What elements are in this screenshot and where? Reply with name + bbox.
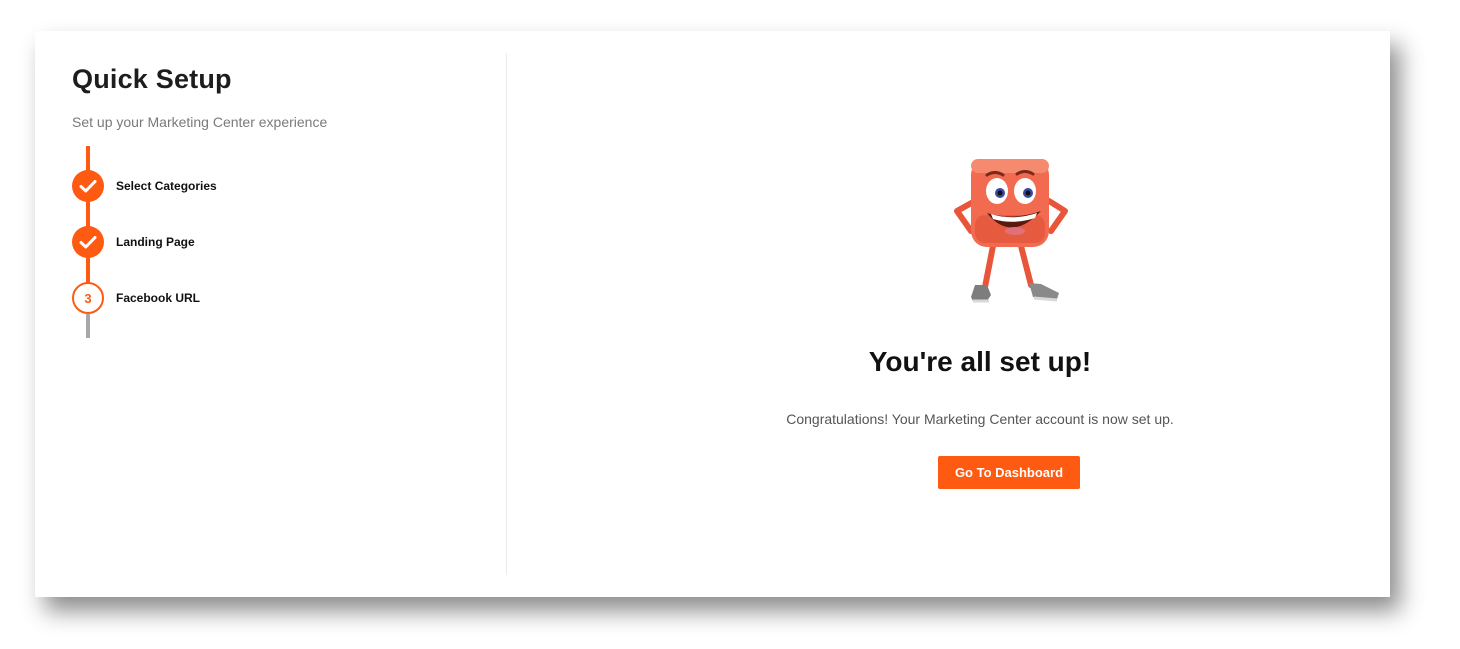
step-label: Landing Page [116, 235, 195, 249]
completion-headline: You're all set up! [868, 346, 1092, 377]
step-number: 3 [72, 282, 104, 314]
go-to-dashboard-button[interactable]: Go To Dashboard [938, 456, 1080, 489]
setup-sidebar: Quick Setup Set up your Marketing Center… [35, 31, 506, 597]
step-landing-page[interactable]: Landing Page [72, 226, 195, 258]
check-icon [72, 226, 104, 258]
setup-card: Quick Setup Set up your Marketing Center… [35, 31, 1390, 597]
cube-mascot-illustration [954, 159, 1068, 303]
check-icon [72, 170, 104, 202]
completion-message: Congratulations! Your Marketing Center a… [786, 411, 1174, 427]
step-label: Facebook URL [116, 291, 201, 305]
step-select-categories[interactable]: Select Categories [72, 170, 217, 202]
step-facebook-url[interactable]: 3 Facebook URL [72, 282, 200, 314]
progress-rail-remaining [86, 314, 90, 338]
step-label: Select Categories [116, 179, 217, 193]
page-subtitle: Set up your Marketing Center experience [72, 114, 328, 130]
completion-panel: You're all set up! Congratulations! Your… [507, 31, 1390, 597]
progress-rail-complete [86, 146, 90, 284]
page-title: Quick Setup [72, 64, 232, 94]
